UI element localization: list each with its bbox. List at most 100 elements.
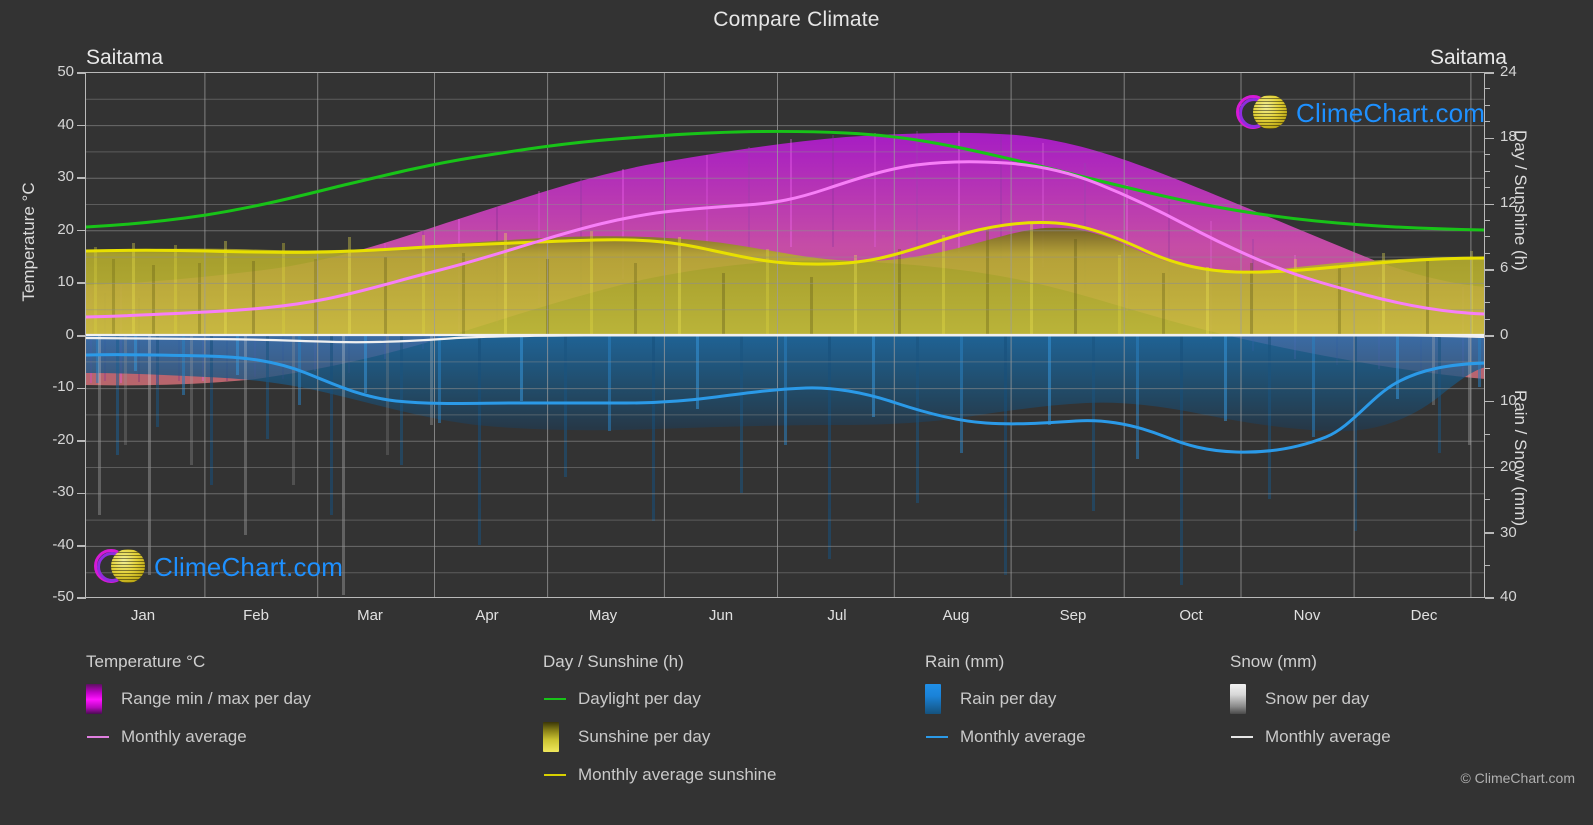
logo-sun-icon [1253,95,1287,129]
y-tick-right-bottom-1: 20 [1500,458,1517,475]
y-tick-right-bottom-3: 40 [1500,588,1517,605]
snow-swatch [1230,684,1253,714]
y-tick-left-3: 20 [57,221,74,238]
y-tick-left-1: 40 [57,116,74,133]
y-minor-tickmark-right [1485,170,1490,172]
y-tick-left-0: 50 [57,63,74,80]
y-tick-left-4: 10 [57,273,74,290]
legend-label: Rain per day [960,689,1057,708]
y-minor-tickmark-right [1485,88,1490,90]
x-tick-dec: Dec [1410,607,1438,624]
y-tickmark-left [77,72,86,74]
legend-label: Monthly average [960,727,1086,746]
y-tickmark-left [77,597,86,599]
legend-label: Range min / max per day [121,689,311,708]
legend-item-sunshine-avg[interactable]: Monthly average sunshine [543,760,943,790]
y-minor-tickmark-right [1485,104,1490,106]
legend-label: Monthly average sunshine [578,765,777,784]
chart-plot-area: ClimeChart.com ClimeChart.com [85,72,1485,598]
legend-item-rain[interactable]: Rain per day [925,684,1225,714]
y-tick-right-top-4: 0 [1500,326,1509,343]
y-tickmark-right [1485,269,1494,271]
y-minor-tickmark-right [1485,565,1490,567]
legend-heading-daysun: Day / Sunshine (h) [543,652,684,671]
legend-label: Monthly average [1265,727,1391,746]
y-tickmark-right [1485,137,1494,140]
legend-item-temp-range[interactable]: Range min / max per day [86,684,506,714]
y-minor-tickmark-right [1485,121,1490,123]
legend-item-rain-avg[interactable]: Monthly average [925,722,1225,752]
x-tick-mar: Mar [357,607,383,624]
y-minor-tickmark-right [1485,433,1490,435]
y-tickmark-right [1485,597,1494,599]
legend-item-daylight[interactable]: Daylight per day [543,684,943,714]
snow-avg-swatch [1230,736,1253,738]
y-tick-right-bottom-0: 10 [1500,392,1517,409]
y-tickmark-right [1485,72,1494,74]
y-minor-tickmark-right [1485,285,1490,287]
y-axis-right-title-top: Day / Sunshine (h) [1511,130,1530,271]
rain-swatch [925,684,948,714]
y-tickmark-left [77,335,86,337]
location-label-right: Saitama [1429,46,1507,69]
y-tick-left-7: -20 [52,431,74,448]
legend-heading-snow: Snow (mm) [1230,652,1317,671]
climechart-logo-bottom[interactable]: ClimeChart.com [94,545,343,589]
temp-range-swatch [86,684,109,714]
temp-avg-swatch [86,736,109,738]
legend-label: Sunshine per day [578,727,711,746]
y-tickmark-left [77,440,86,442]
daylight-swatch [543,698,566,700]
x-tick-jun: Jun [708,607,734,624]
y-tick-left-6: -10 [52,378,74,395]
logo-sun-icon [111,549,145,583]
climate-chart-page: Compare Climate Saitama Saitama ClimeCha… [0,0,1593,825]
legend-group-rain: Rain (mm) Rain per day Monthly average [925,652,1225,760]
logo-text: ClimeChart.com [1296,97,1485,128]
legend-item-snow-avg[interactable]: Monthly average [1230,722,1560,752]
y-minor-tickmark-right [1485,236,1490,238]
y-tick-right-top-0: 24 [1500,63,1517,80]
x-tick-apr: Apr [475,607,499,624]
legend-heading-rain: Rain (mm) [925,652,1005,671]
y-tickmark-right [1485,466,1494,468]
legend-item-sunshine[interactable]: Sunshine per day [543,722,943,752]
climechart-logo-top[interactable]: ClimeChart.com [1236,91,1485,135]
y-tickmark-left [77,177,86,179]
y-tickmark-left [77,387,86,390]
legend-item-temp-avg[interactable]: Monthly average [86,722,506,752]
y-tickmark-left [77,229,86,232]
y-axis-right-title-bottom: Rain / Snow (mm) [1511,390,1530,527]
y-tickmark-left [77,492,86,495]
y-minor-tickmark-right [1485,187,1490,189]
legend-label: Daylight per day [578,689,701,708]
y-tick-left-10: -50 [52,588,74,605]
legend-label: Monthly average [121,727,247,746]
y-tickmark-right [1485,335,1494,337]
y-tickmark-left [77,282,86,284]
x-tick-jul: Jul [827,607,847,624]
y-tickmark-left [77,545,86,547]
copyright-text: © ClimeChart.com [1460,770,1575,786]
y-minor-tickmark-right [1485,318,1490,320]
x-tick-may: May [588,607,618,624]
y-tick-right-top-2: 12 [1500,194,1517,211]
x-tick-feb: Feb [243,607,269,624]
y-tick-left-8: -30 [52,483,74,500]
y-minor-tickmark-right [1485,302,1490,304]
y-tickmark-left [77,124,86,127]
legend-heading-temperature: Temperature °C [86,652,206,671]
y-tickmark-right [1485,532,1494,534]
y-tickmark-right [1485,203,1494,205]
sunshine-avg-swatch [543,774,566,776]
x-tick-sep: Sep [1059,607,1087,624]
y-minor-tickmark-right [1485,499,1490,501]
y-tick-left-2: 30 [57,168,74,185]
y-tick-right-top-3: 6 [1500,259,1509,276]
rain-avg-swatch [925,736,948,738]
y-minor-tickmark-right [1485,252,1490,254]
chart-svg [86,73,1484,597]
legend-item-snow[interactable]: Snow per day [1230,684,1560,714]
logo-text: ClimeChart.com [154,551,344,582]
y-minor-tickmark-right [1485,219,1490,221]
